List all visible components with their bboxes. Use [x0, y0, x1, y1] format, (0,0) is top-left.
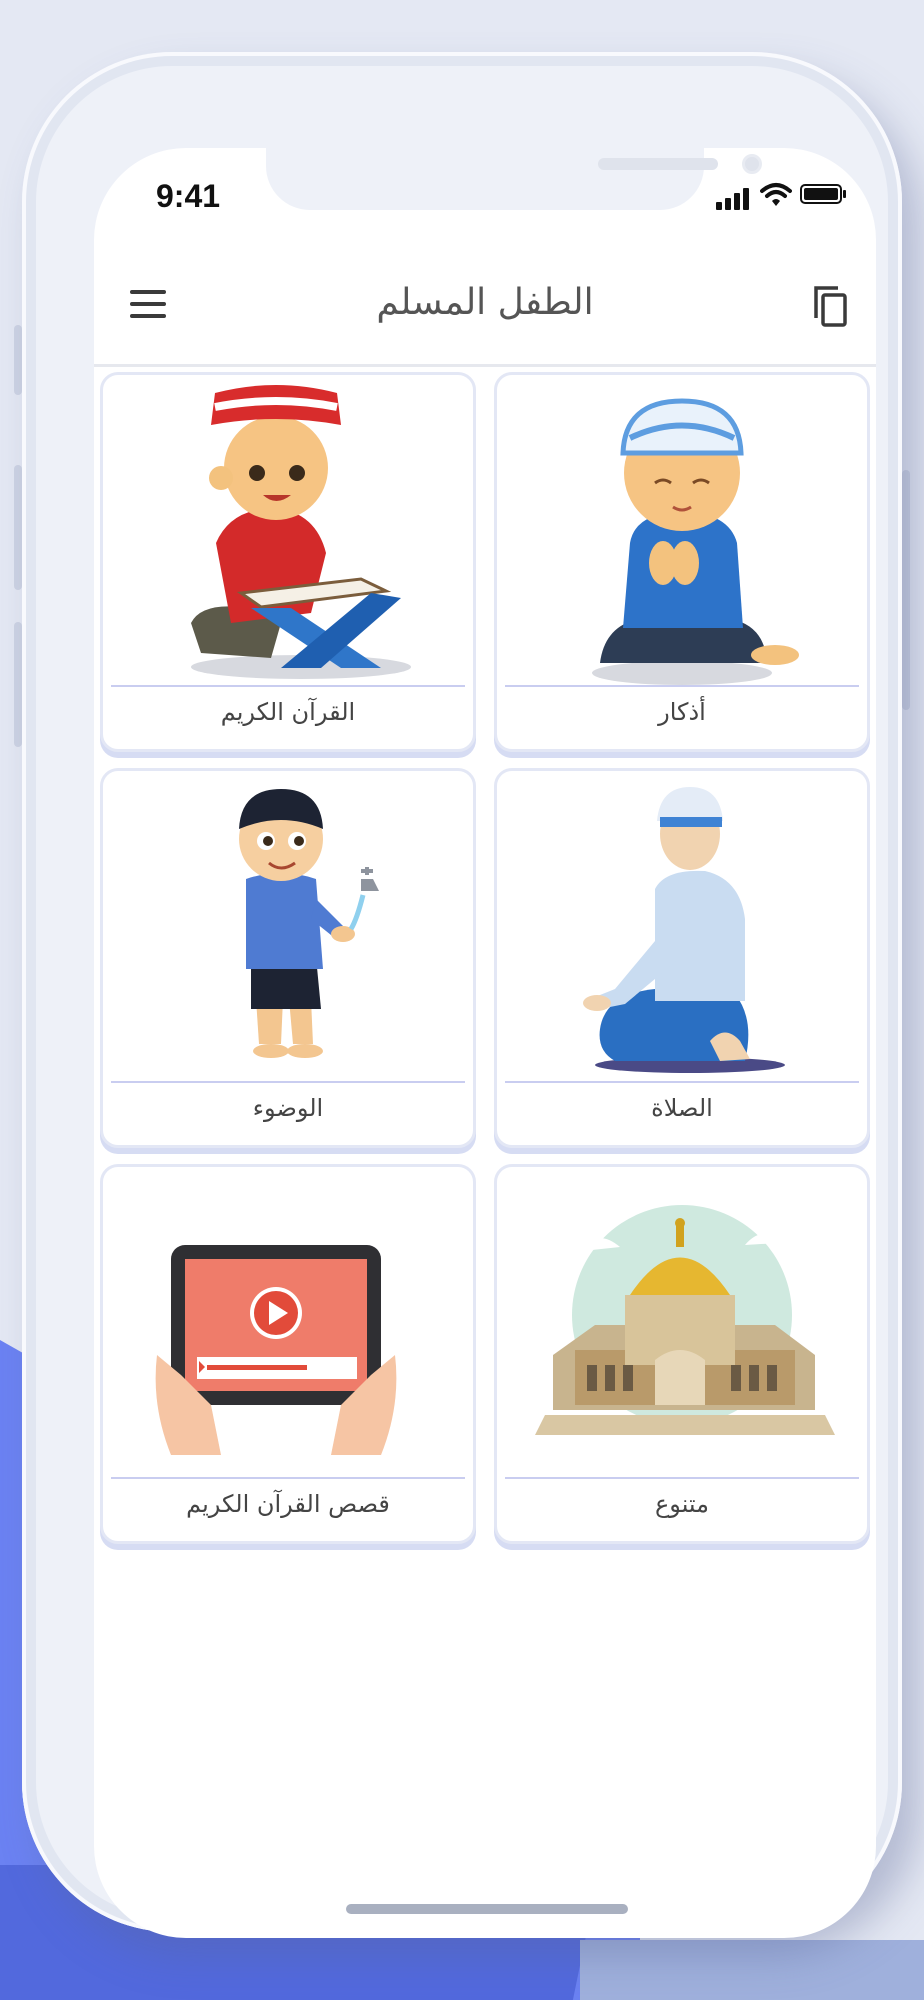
category-card-misc[interactable]: متنوع — [494, 1164, 870, 1544]
category-card-salah[interactable]: الصلاة — [494, 768, 870, 1148]
praying-boy-illustration — [505, 383, 859, 687]
phone-screen: 9:41 الطفل المسلم أذكار القرآن الكريم ال… — [94, 148, 876, 1938]
phone-frame: 9:41 الطفل المسلم أذكار القرآن الكريم ال… — [22, 52, 902, 1938]
wifi-icon — [760, 183, 792, 206]
copy-icon[interactable] — [810, 284, 850, 328]
category-card-quran-stories[interactable]: قصص القرآن الكريم — [100, 1164, 476, 1544]
status-time: 9:41 — [156, 178, 221, 214]
category-label: الصلاة — [651, 1094, 713, 1122]
phone-notch — [266, 148, 762, 210]
app-bar: الطفل المسلم — [94, 244, 876, 367]
phone-side-button — [14, 465, 22, 590]
category-label: القرآن الكريم — [220, 698, 356, 726]
phone-side-button — [14, 325, 22, 395]
category-label: قصص القرآن الكريم — [186, 1490, 390, 1518]
battery-cap — [843, 190, 846, 198]
category-label: الوضوء — [252, 1094, 324, 1122]
sitting-prayer-illustration — [505, 779, 859, 1083]
category-card-adhkar[interactable]: أذكار — [494, 372, 870, 752]
phone-side-button — [902, 470, 910, 710]
page-title: الطفل المسلم — [376, 282, 594, 323]
boy-reading-quran-illustration — [111, 383, 465, 687]
battery-icon — [800, 184, 842, 204]
category-card-wudu[interactable]: الوضوء — [100, 768, 476, 1148]
background-shape — [580, 1940, 924, 2000]
dome-of-the-rock-illustration — [505, 1175, 859, 1479]
category-card-quran[interactable]: القرآن الكريم — [100, 372, 476, 752]
front-camera — [742, 154, 762, 174]
phone-side-button — [14, 622, 22, 747]
home-indicator[interactable] — [346, 1904, 628, 1914]
speaker-grille — [598, 158, 718, 170]
category-label: متنوع — [654, 1490, 710, 1518]
status-icons — [716, 182, 846, 210]
boy-ablution-illustration — [111, 779, 465, 1083]
category-label: أذكار — [658, 698, 706, 726]
tablet-video-illustration — [111, 1175, 465, 1479]
